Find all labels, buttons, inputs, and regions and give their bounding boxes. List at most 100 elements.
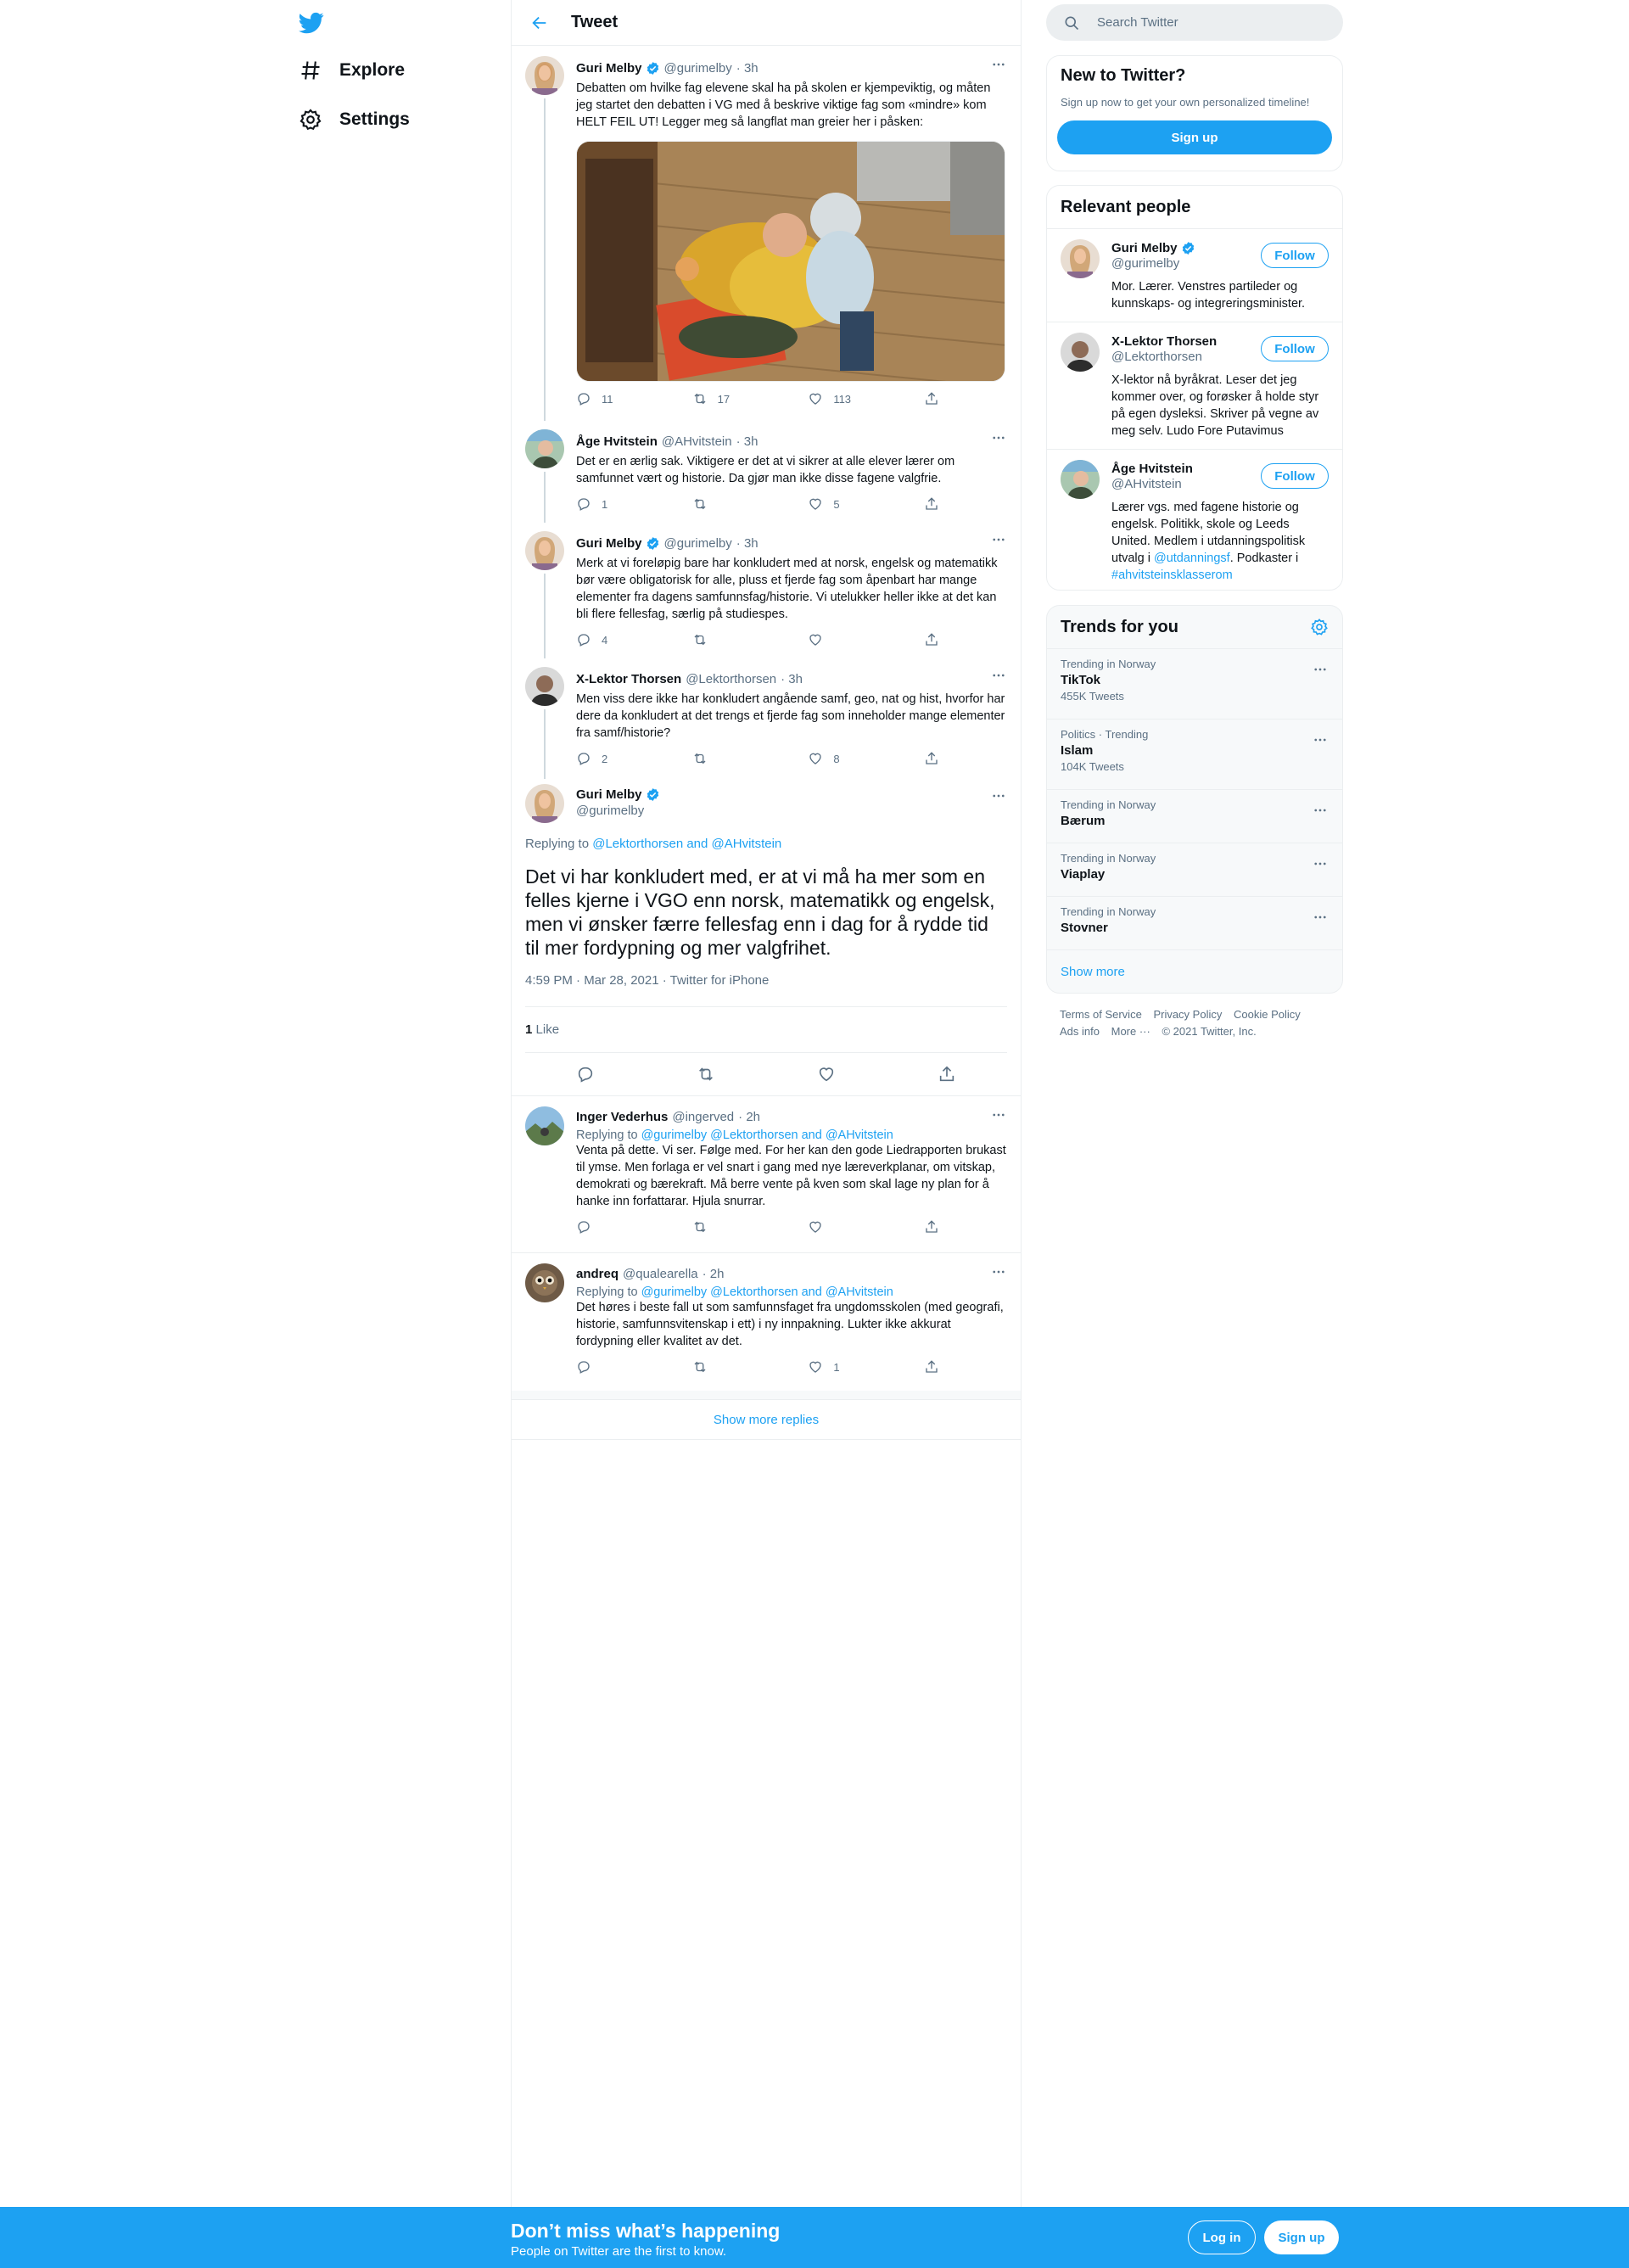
like-button[interactable]: 8: [808, 750, 884, 767]
more-options-icon[interactable]: [990, 1263, 1007, 1280]
twitter-logo-icon[interactable]: [297, 8, 334, 46]
trend-item[interactable]: Trending in Norway TikTok 455K Tweets: [1047, 648, 1342, 719]
author-name[interactable]: Åge Hvitstein: [576, 434, 658, 449]
reply-button[interactable]: [573, 1061, 598, 1087]
more-options-icon[interactable]: [1312, 909, 1329, 926]
person-name[interactable]: Åge Hvitstein: [1111, 462, 1193, 476]
author-handle[interactable]: @qualearella: [623, 1267, 698, 1281]
like-button[interactable]: [814, 1061, 839, 1087]
avatar[interactable]: [1061, 333, 1100, 372]
likes-summary[interactable]: 1 Like: [525, 1007, 1007, 1053]
author-name[interactable]: X-Lektor Thorsen: [576, 672, 681, 686]
more-options-icon[interactable]: [990, 667, 1007, 684]
author-name[interactable]: Guri Melby: [576, 536, 642, 551]
replying-to-link[interactable]: @Lektorthorsen and @AHvitstein: [592, 837, 781, 851]
terms-link[interactable]: Terms of Service: [1060, 1008, 1142, 1021]
retweet-button[interactable]: [692, 750, 769, 767]
share-button[interactable]: [924, 750, 941, 767]
more-options-icon[interactable]: [1312, 802, 1329, 819]
author-handle[interactable]: @gurimelby: [576, 804, 660, 818]
like-button[interactable]: [808, 631, 884, 648]
share-button[interactable]: [924, 1218, 941, 1235]
trend-item[interactable]: Trending in Norway Viaplay: [1047, 843, 1342, 896]
avatar[interactable]: [525, 1106, 564, 1145]
more-options-icon[interactable]: [990, 787, 1007, 804]
ads-info-link[interactable]: Ads info: [1060, 1025, 1100, 1038]
avatar[interactable]: [1061, 460, 1100, 499]
reply-button[interactable]: 2: [576, 750, 652, 767]
reply-tweet[interactable]: Inger Vederhus @ingerved · 2h Replying t…: [512, 1096, 1021, 1252]
person-item[interactable]: X-Lektor Thorsen @Lektorthorsen X-lektor…: [1047, 322, 1342, 449]
author-name[interactable]: Guri Melby: [576, 787, 642, 802]
reply-button[interactable]: 4: [576, 631, 652, 648]
tweet-thread-3[interactable]: Guri Melby @gurimelby · 3h Merk at vi fo…: [512, 521, 1021, 658]
author-name[interactable]: Guri Melby: [576, 61, 642, 76]
tweet-time[interactable]: · 3h: [736, 536, 759, 551]
show-more-trends-link[interactable]: Show more: [1047, 949, 1342, 993]
more-link[interactable]: More ···: [1111, 1025, 1150, 1038]
search-input[interactable]: [1097, 15, 1335, 30]
cookie-link[interactable]: Cookie Policy: [1234, 1008, 1301, 1021]
follow-button[interactable]: Follow: [1261, 336, 1329, 361]
avatar[interactable]: [1061, 239, 1100, 278]
person-item[interactable]: Guri Melby @gurimelby Mor. Lærer. Venstr…: [1047, 228, 1342, 322]
person-name[interactable]: Guri Melby: [1111, 241, 1178, 255]
like-button[interactable]: [808, 1218, 884, 1235]
more-options-icon[interactable]: [1312, 661, 1329, 678]
reply-button[interactable]: [576, 1218, 652, 1235]
sign-up-button[interactable]: Sign up: [1057, 120, 1332, 154]
share-button[interactable]: [934, 1061, 960, 1087]
author-handle[interactable]: @gurimelby: [664, 61, 732, 76]
reply-button[interactable]: 11: [576, 390, 652, 407]
search-box[interactable]: [1046, 4, 1343, 41]
retweet-button[interactable]: [692, 1218, 769, 1235]
more-options-icon[interactable]: [1312, 855, 1329, 872]
tweet-thread-2[interactable]: Åge Hvitstein @AHvitstein · 3h Det er en…: [512, 419, 1021, 523]
more-options-icon[interactable]: [1312, 731, 1329, 748]
avatar[interactable]: [525, 531, 564, 570]
reply-tweet[interactable]: andreq @qualearella · 2h Replying to @gu…: [512, 1253, 1021, 1391]
share-button[interactable]: [924, 496, 941, 512]
person-item[interactable]: Åge Hvitstein @AHvitstein Lærer vgs. med…: [1047, 449, 1342, 590]
trend-item[interactable]: Politics · Trending Islam 104K Tweets: [1047, 719, 1342, 789]
person-name[interactable]: X-Lektor Thorsen: [1111, 334, 1217, 349]
avatar[interactable]: [525, 429, 564, 468]
retweet-button[interactable]: [692, 496, 769, 512]
reply-button[interactable]: [576, 1358, 652, 1375]
trend-item[interactable]: Trending in Norway Stovner: [1047, 896, 1342, 949]
avatar[interactable]: [525, 1263, 564, 1302]
tweet-thread-1[interactable]: Guri Melby @gurimelby · 3h Debatten om h…: [512, 46, 1021, 421]
more-options-icon[interactable]: [990, 56, 1007, 73]
more-options-icon[interactable]: [990, 531, 1007, 548]
author-handle[interactable]: @AHvitstein: [662, 434, 732, 449]
nav-settings[interactable]: Settings: [299, 98, 410, 141]
like-button[interactable]: 113: [808, 390, 884, 407]
share-button[interactable]: [924, 390, 941, 407]
author-handle[interactable]: @gurimelby: [664, 536, 732, 551]
privacy-link[interactable]: Privacy Policy: [1153, 1008, 1222, 1021]
show-more-replies-button[interactable]: Show more replies: [512, 1399, 1021, 1440]
avatar[interactable]: [525, 784, 564, 823]
tweet-time[interactable]: · 3h: [736, 61, 759, 76]
avatar[interactable]: [525, 56, 564, 95]
tweet-timestamp[interactable]: 4:59 PM · Mar 28, 2021 · Twitter for iPh…: [525, 973, 1007, 1007]
author-name[interactable]: andreq: [576, 1267, 619, 1281]
retweet-button[interactable]: 17: [692, 390, 769, 407]
more-options-icon[interactable]: [990, 429, 1007, 446]
settings-gear-icon[interactable]: [1310, 618, 1329, 636]
tweet-photo[interactable]: [576, 141, 1005, 382]
banner-sign-up-button[interactable]: Sign up: [1264, 2220, 1339, 2254]
follow-button[interactable]: Follow: [1261, 463, 1329, 489]
share-button[interactable]: [924, 631, 941, 648]
tweet-thread-4[interactable]: X-Lektor Thorsen @Lektorthorsen · 3h Men…: [512, 657, 1021, 779]
login-button[interactable]: Log in: [1188, 2220, 1256, 2254]
avatar[interactable]: [525, 667, 564, 706]
author-name[interactable]: Inger Vederhus: [576, 1110, 668, 1124]
tweet-time[interactable]: · 2h: [738, 1110, 760, 1124]
reply-button[interactable]: 1: [576, 496, 652, 512]
tweet-time[interactable]: · 3h: [736, 434, 759, 449]
replying-to-link[interactable]: @gurimelby @Lektorthorsen and @AHvitstei…: [641, 1285, 893, 1299]
replying-to-link[interactable]: @gurimelby @Lektorthorsen and @AHvitstei…: [641, 1128, 893, 1142]
more-options-icon[interactable]: [990, 1106, 1007, 1123]
retweet-button[interactable]: [693, 1061, 719, 1087]
